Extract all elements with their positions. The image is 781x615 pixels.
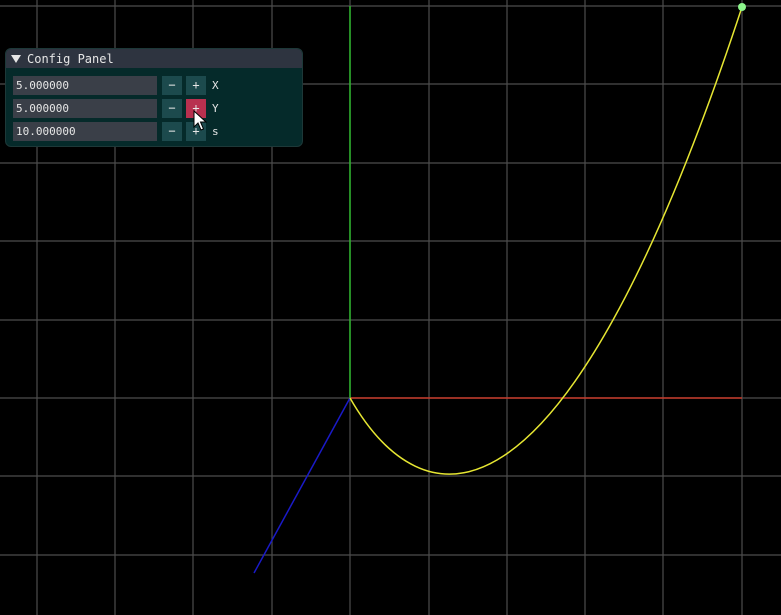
- y-row-label: Y: [212, 102, 219, 115]
- mouse-pointer-icon: [193, 110, 207, 131]
- s-row-label: s: [212, 125, 219, 138]
- y-row: 5.000000 − + Y: [13, 99, 219, 118]
- s-value-input[interactable]: 10.000000: [13, 122, 157, 141]
- y-value-input[interactable]: 5.000000: [13, 99, 157, 118]
- s-decrement-button[interactable]: −: [162, 122, 182, 141]
- curve-endpoint-marker[interactable]: [738, 3, 746, 11]
- config-panel-title: Config Panel: [27, 51, 114, 66]
- triangle-down-icon[interactable]: [11, 55, 21, 63]
- x-value-input[interactable]: 5.000000: [13, 76, 157, 95]
- config-panel: Config Panel 5.000000 − + X 5.000000 − +…: [5, 48, 303, 147]
- x-decrement-button[interactable]: −: [162, 76, 182, 95]
- x-row: 5.000000 − + X: [13, 76, 219, 95]
- z-axis-line: [253, 397, 351, 574]
- x-row-label: X: [212, 79, 219, 92]
- config-panel-titlebar[interactable]: Config Panel: [6, 49, 302, 68]
- s-row: 10.000000 − + s: [13, 122, 219, 141]
- y-decrement-button[interactable]: −: [162, 99, 182, 118]
- x-increment-button[interactable]: +: [186, 76, 206, 95]
